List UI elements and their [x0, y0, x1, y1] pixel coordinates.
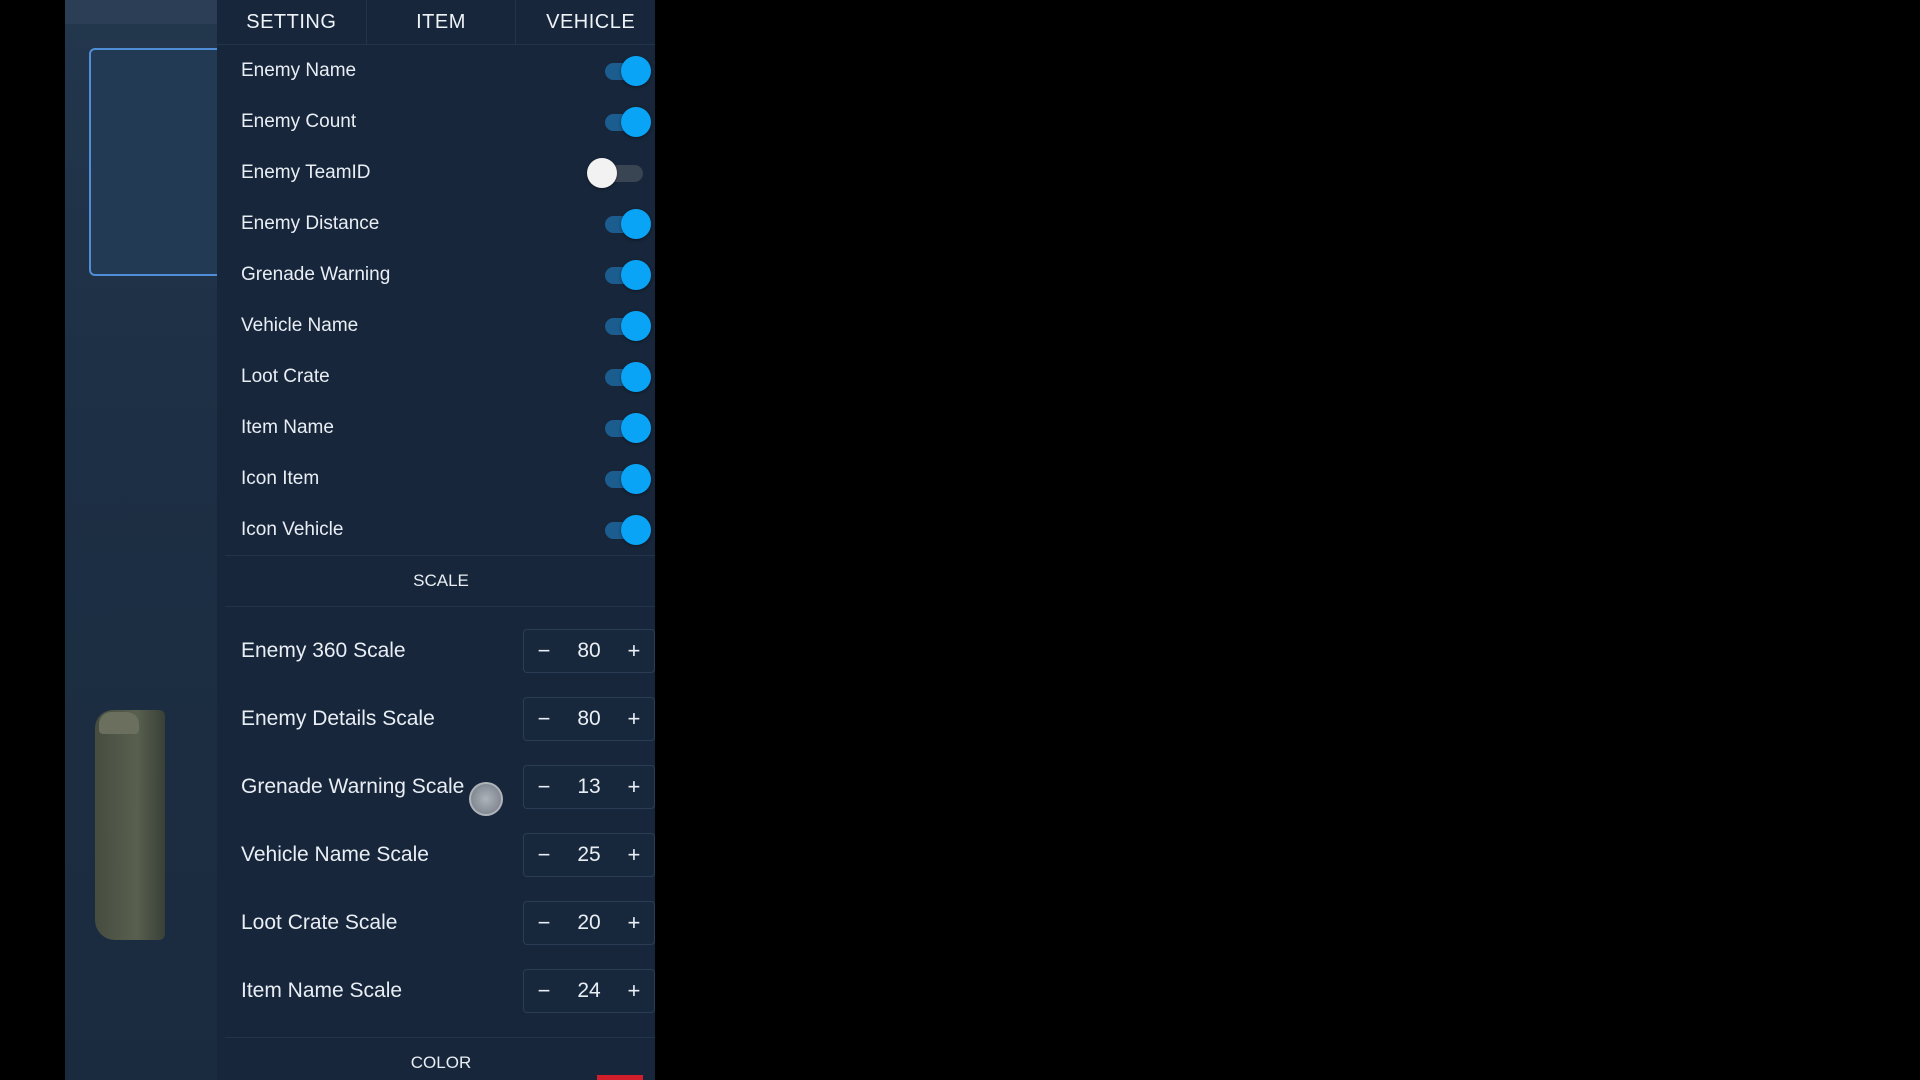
stepper-row-item-name-scale: Item Name Scale − 24 + — [217, 957, 655, 1025]
toggle-switch[interactable] — [601, 106, 651, 137]
stepper-value: 24 — [577, 979, 601, 1002]
toggle-row-enemy-teamid[interactable]: Enemy TeamID — [217, 147, 655, 198]
toggle-row-enemy-name[interactable]: Enemy Name — [217, 45, 655, 96]
toggle-row-icon-item[interactable]: Icon Item — [217, 453, 655, 504]
toggle-label: Enemy Name — [241, 59, 357, 81]
stepper-row-grenade-warning-scale: Grenade Warning Scale − 13 + — [217, 753, 655, 821]
mod-menu-panel: SETTING ITEM VEHICLE Enemy Name Enemy Co… — [217, 0, 655, 1080]
stepper-value: 25 — [577, 843, 601, 866]
toggle-label: Item Name — [241, 416, 334, 438]
increment-button[interactable]: + — [614, 638, 654, 664]
number-stepper: − 80 + — [523, 629, 655, 673]
increment-button[interactable]: + — [614, 706, 654, 732]
number-stepper: − 80 + — [523, 697, 655, 741]
stepper-label: Item Name Scale — [241, 979, 403, 1002]
toggle-switch[interactable] — [601, 259, 651, 290]
toggle-row-enemy-count[interactable]: Enemy Count — [217, 96, 655, 147]
toggle-label: Icon Vehicle — [241, 518, 344, 540]
number-stepper: − 24 + — [523, 969, 655, 1013]
toggle-label: Vehicle Name — [241, 314, 359, 336]
stepper-value: 80 — [577, 639, 601, 662]
increment-button[interactable]: + — [614, 774, 654, 800]
increment-button[interactable]: + — [614, 978, 654, 1004]
stepper-row-enemy-details-scale: Enemy Details Scale − 80 + — [217, 685, 655, 753]
number-stepper: − 13 + — [523, 765, 655, 809]
toggle-row-enemy-distance[interactable]: Enemy Distance — [217, 198, 655, 249]
touch-indicator — [469, 782, 503, 816]
toggle-label: Enemy Distance — [241, 212, 380, 234]
toggle-switch[interactable] — [601, 514, 651, 545]
toggle-row-loot-crate[interactable]: Loot Crate — [217, 351, 655, 402]
tab-bar: SETTING ITEM VEHICLE — [217, 0, 655, 45]
tab-item[interactable]: ITEM — [367, 0, 517, 44]
decrement-button[interactable]: − — [524, 842, 564, 868]
stepper-value: 20 — [577, 911, 601, 934]
stepper-row-enemy-360-scale: Enemy 360 Scale − 80 + — [217, 617, 655, 685]
stepper-label: Loot Crate Scale — [241, 911, 398, 934]
tab-setting[interactable]: SETTING — [217, 0, 367, 44]
stepper-label: Enemy Details Scale — [241, 707, 435, 730]
phone-screen: SETTING ITEM VEHICLE Enemy Name Enemy Co… — [65, 0, 655, 1080]
decrement-button[interactable]: − — [524, 638, 564, 664]
toggle-switch[interactable] — [601, 208, 651, 239]
decrement-button[interactable]: − — [524, 774, 564, 800]
toggle-switch[interactable] — [601, 412, 651, 443]
toggle-switch[interactable] — [601, 310, 651, 341]
toggle-label: Enemy TeamID — [241, 161, 371, 183]
stepper-label: Grenade Warning Scale — [241, 775, 465, 798]
toggle-row-vehicle-name[interactable]: Vehicle Name — [217, 300, 655, 351]
toggle-row-icon-vehicle[interactable]: Icon Vehicle — [217, 504, 655, 555]
toggle-switch[interactable] — [601, 361, 651, 392]
toggle-row-item-name[interactable]: Item Name — [217, 402, 655, 453]
number-stepper: − 20 + — [523, 901, 655, 945]
stepper-label: Enemy 360 Scale — [241, 639, 406, 662]
toggle-list: Enemy Name Enemy Count Enemy TeamID Enem… — [217, 45, 655, 555]
background-backpack-top — [99, 712, 139, 734]
toggle-switch[interactable] — [601, 55, 651, 86]
toggle-label: Loot Crate — [241, 365, 330, 387]
toggle-label: Enemy Count — [241, 110, 357, 132]
stepper-value: 13 — [577, 775, 601, 798]
decrement-button[interactable]: − — [524, 706, 564, 732]
decrement-button[interactable]: − — [524, 910, 564, 936]
decrement-button[interactable]: − — [524, 978, 564, 1004]
color-swatch[interactable] — [597, 1075, 643, 1080]
increment-button[interactable]: + — [614, 910, 654, 936]
toggle-switch[interactable] — [601, 463, 651, 494]
toggle-row-grenade-warning[interactable]: Grenade Warning — [217, 249, 655, 300]
toggle-label: Icon Item — [241, 467, 320, 489]
toggle-label: Grenade Warning — [241, 263, 391, 285]
stepper-row-loot-crate-scale: Loot Crate Scale − 20 + — [217, 889, 655, 957]
stepper-list: Enemy 360 Scale − 80 + Enemy Details Sca… — [217, 607, 655, 1025]
tab-vehicle[interactable]: VEHICLE — [516, 0, 655, 44]
stepper-row-vehicle-name-scale: Vehicle Name Scale − 25 + — [217, 821, 655, 889]
number-stepper: − 25 + — [523, 833, 655, 877]
stepper-label: Vehicle Name Scale — [241, 843, 429, 866]
toggle-switch[interactable] — [587, 157, 651, 188]
section-header-color: COLOR — [225, 1037, 655, 1080]
stepper-value: 80 — [577, 707, 601, 730]
increment-button[interactable]: + — [614, 842, 654, 868]
background-backpack-icon — [95, 710, 165, 940]
section-header-scale: SCALE — [225, 555, 655, 607]
